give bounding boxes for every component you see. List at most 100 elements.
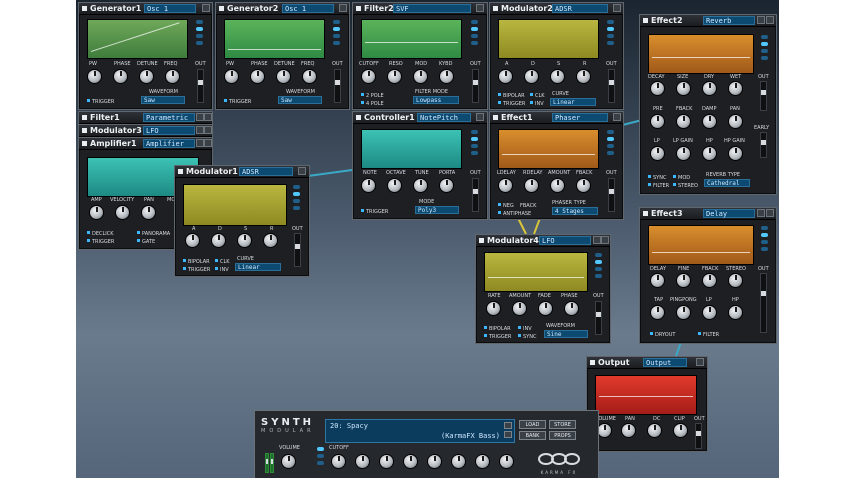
panorama-option[interactable]: PANORAMA [137, 231, 170, 237]
display-rail[interactable] [333, 20, 340, 48]
porta-knob[interactable] [439, 178, 454, 193]
module-type-select[interactable]: Amplifier [143, 139, 195, 148]
trigger-option[interactable]: TRIGGER [87, 239, 114, 245]
module-type-select[interactable]: Osc 1 [282, 4, 334, 13]
collapse-icon[interactable] [196, 113, 204, 121]
module-handle-icon[interactable] [82, 6, 87, 11]
neg-option[interactable]: NEG [498, 203, 514, 209]
display-rail[interactable] [293, 185, 300, 213]
close-icon[interactable] [204, 126, 212, 134]
detune-knob[interactable] [139, 69, 154, 84]
delay-knob[interactable] [650, 273, 665, 288]
early-fader[interactable] [760, 132, 767, 158]
lp-knob[interactable] [650, 146, 665, 161]
waveform-select[interactable]: Sine [544, 330, 588, 338]
master-volume-knob[interactable] [281, 454, 296, 469]
collapse-icon[interactable] [613, 4, 621, 12]
macro-knob-8[interactable] [499, 454, 514, 469]
inv-option[interactable]: INV [530, 101, 544, 107]
generator2-header[interactable]: Generator2 Osc 1 [216, 3, 349, 15]
out-fader[interactable] [334, 69, 341, 103]
damp-knob[interactable] [702, 114, 717, 129]
module-type-select[interactable]: LFO [539, 236, 591, 245]
module-type-select[interactable]: SVF [393, 4, 471, 13]
detune-knob[interactable] [276, 69, 291, 84]
trigger-option[interactable]: TRIGGER [183, 267, 210, 273]
module-handle-icon[interactable] [82, 115, 87, 120]
reverb-type-select[interactable]: Cathedral [704, 179, 750, 187]
cutoff-knob[interactable] [361, 69, 376, 84]
bipolar-option[interactable]: BIPOLAR [484, 326, 511, 332]
modulator2-module[interactable]: Modulator2 ADSR A D S R OUT BIPOLAR CLK … [489, 2, 624, 110]
modulator4-header[interactable]: Modulator4 LFO [476, 235, 610, 247]
collapse-icon[interactable] [339, 4, 347, 12]
module-handle-icon[interactable] [178, 169, 183, 174]
pan-knob[interactable] [728, 114, 743, 129]
tap-knob[interactable] [650, 305, 665, 320]
bipolar-option[interactable]: BIPOLAR [183, 259, 210, 265]
wet-knob[interactable] [728, 81, 743, 96]
display-rail[interactable] [595, 253, 602, 281]
gate-option[interactable]: GATE [137, 239, 155, 245]
bipolar-option[interactable]: BIPOLAR [498, 93, 525, 99]
module-handle-icon[interactable] [493, 6, 498, 11]
collapse-icon[interactable] [196, 139, 204, 147]
out-fader[interactable] [608, 69, 615, 103]
module-type-select[interactable]: NotePitch [417, 113, 471, 122]
out-fader[interactable] [760, 81, 767, 111]
clip-knob[interactable] [673, 423, 688, 438]
trigger-option[interactable]: TRIGGER [87, 99, 114, 105]
module-type-select[interactable]: LFO [143, 126, 195, 135]
controller1-module[interactable]: Controller1 NotePitch NOTE OCTAVE TUNE P… [352, 111, 488, 220]
module-type-select[interactable]: Output [643, 358, 687, 367]
generator1-module[interactable]: Generator1 Osc 1 PW PHASE DETUNE FREQ OU… [78, 2, 213, 110]
trigger-option[interactable]: TRIGGER [498, 101, 525, 107]
waveform-select[interactable]: Saw [141, 96, 185, 104]
volume-knob[interactable] [597, 423, 612, 438]
module-handle-icon[interactable] [82, 128, 87, 133]
rdelay-knob[interactable] [524, 178, 539, 193]
mod-knob[interactable] [413, 69, 428, 84]
sync-option[interactable]: SYNC [648, 175, 666, 181]
trigger-option[interactable]: TRIGGER [361, 209, 388, 215]
phase-knob[interactable] [564, 301, 579, 316]
macro-knob-2[interactable] [355, 454, 370, 469]
macro-knob-3[interactable] [379, 454, 394, 469]
display-rail[interactable] [471, 130, 478, 158]
filter1-header[interactable]: Filter1 Parametric [79, 112, 212, 124]
module-handle-icon[interactable] [493, 115, 498, 120]
preset-up-icon[interactable] [504, 422, 512, 429]
attack-knob[interactable] [498, 69, 513, 84]
module-handle-icon[interactable] [643, 211, 648, 216]
out-fader[interactable] [472, 178, 479, 212]
collapse-icon[interactable] [696, 358, 704, 366]
waveform-select[interactable]: Saw [278, 96, 322, 104]
module-handle-icon[interactable] [219, 6, 224, 11]
out-fader[interactable] [472, 69, 479, 103]
module-handle-icon[interactable] [590, 360, 595, 365]
pw-knob[interactable] [224, 69, 239, 84]
phase-knob[interactable] [113, 69, 128, 84]
pole2-option[interactable]: 2 POLE [361, 93, 384, 99]
antiphase-option[interactable]: ANTIPHASE [498, 211, 531, 217]
output-module[interactable]: Output Output VOLUME PAN DC CLIP OUT [586, 356, 708, 452]
collapse-icon[interactable] [196, 126, 204, 134]
module-type-select[interactable]: Parametric [143, 113, 195, 122]
rate-knob[interactable] [486, 301, 501, 316]
macro-knob-7[interactable] [475, 454, 490, 469]
kybd-knob[interactable] [439, 69, 454, 84]
macro-knob-5[interactable] [427, 454, 442, 469]
fade-knob[interactable] [538, 301, 553, 316]
module-handle-icon[interactable] [479, 238, 484, 243]
amount-knob[interactable] [550, 178, 565, 193]
curve-select[interactable]: Linear [550, 98, 596, 106]
collapse-icon[interactable] [476, 113, 484, 121]
sync-option[interactable]: SYNC [518, 334, 536, 340]
amount-knob[interactable] [512, 301, 527, 316]
collapse-icon[interactable] [202, 4, 210, 12]
filter2-header[interactable]: Filter2 SVF [353, 3, 487, 15]
preset-display[interactable]: 20: Spacy (KarmaFX Bass) [325, 419, 515, 443]
fback-knob[interactable] [676, 114, 691, 129]
hp-knob[interactable] [728, 305, 743, 320]
collapse-icon[interactable] [757, 209, 765, 217]
